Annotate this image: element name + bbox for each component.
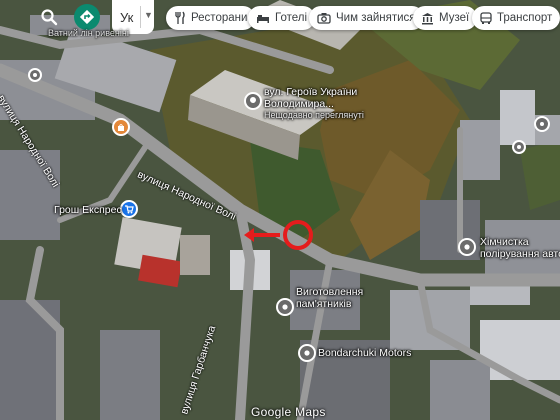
landmark-pin[interactable] (244, 92, 262, 110)
highlight-marker (244, 220, 313, 250)
search-icon (41, 9, 58, 26)
chip-label: Ресторани (191, 12, 248, 24)
monument-label-line2[interactable]: пам'ятників (296, 298, 351, 310)
cash-point-pin[interactable] (120, 200, 138, 218)
bed-icon (257, 15, 269, 23)
chip-transport[interactable]: Транспорт (472, 6, 560, 30)
directions-icon (80, 10, 94, 24)
cash-point-label[interactable]: Грош Експрес (54, 204, 122, 216)
museum-icon (422, 12, 433, 24)
fork-knife-icon (175, 11, 185, 24)
pin-icon (540, 122, 544, 126)
pin-icon (304, 350, 310, 356)
google-maps-logo: Google Maps (251, 405, 326, 419)
orange-place-pin[interactable] (112, 118, 130, 136)
chip-label: Готелі (275, 12, 308, 24)
dry-cleaning-label-line2[interactable]: полірування авто (480, 248, 560, 260)
place-pin[interactable] (534, 116, 550, 132)
chip-hotels[interactable]: Готелі (248, 6, 316, 30)
pin-icon (282, 304, 288, 310)
camera-icon (317, 13, 331, 24)
pin-icon (517, 145, 521, 149)
monument-pin[interactable] (276, 298, 294, 316)
cart-icon (125, 205, 134, 214)
search-button[interactable] (36, 4, 62, 30)
monument-label-line1[interactable]: Виготовлення (296, 286, 363, 298)
place-pin[interactable] (512, 140, 526, 154)
divider (140, 6, 141, 28)
pin-icon (33, 73, 37, 77)
chip-label: Чим зайнятися (336, 12, 416, 24)
landmark-label-line2[interactable]: Володимира... (264, 98, 334, 110)
top-partial-label: Ватний лін ривеніні (48, 28, 129, 38)
bus-icon (480, 11, 492, 24)
pin-icon (464, 244, 470, 250)
motors-label[interactable]: Bondarchuki Motors (318, 347, 411, 359)
landmark-label-line1[interactable]: вул. Героїв України (264, 86, 357, 98)
shopping-bag-icon (118, 123, 124, 131)
chip-restaurants[interactable]: Ресторани (166, 6, 256, 30)
dry-cleaning-pin[interactable] (458, 238, 476, 256)
place-pin[interactable] (28, 68, 42, 82)
pin-icon (250, 97, 256, 103)
dry-cleaning-label-line1[interactable]: Хімчистка (480, 236, 529, 248)
chevron-down-icon: ▼ (144, 10, 153, 20)
directions-button[interactable] (74, 4, 100, 30)
chip-things-to-do[interactable]: Чим зайнятися (309, 6, 424, 30)
recently-viewed-note: Нещодавно переглянуті (264, 110, 364, 120)
chip-label: Транспорт (497, 12, 553, 24)
chip-label: Музеї (439, 12, 470, 24)
language-label: Ук (120, 9, 134, 25)
chip-museums[interactable]: Музеї (413, 6, 478, 30)
motors-pin[interactable] (298, 344, 316, 362)
